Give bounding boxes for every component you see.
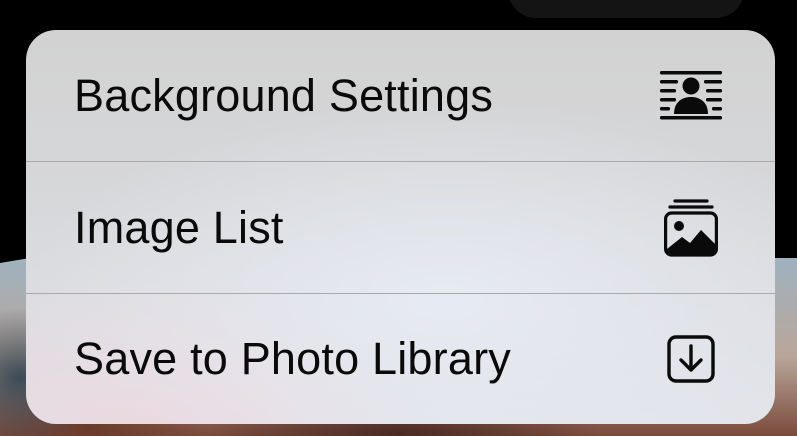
menu-item-label: Image List (74, 201, 284, 253)
menu-item-label: Save to Photo Library (74, 333, 511, 384)
menu-item-image-list[interactable]: Image List (26, 162, 775, 293)
screen: Background Settings Image List Save to P… (0, 0, 797, 436)
context-menu: Background Settings Image List Save to P… (26, 30, 775, 424)
menu-item-background-settings[interactable]: Background Settings (26, 30, 775, 161)
toolbar-pill-fragment (508, 0, 744, 18)
menu-item-save-to-photo-library[interactable]: Save to Photo Library (26, 294, 775, 424)
menu-item-label: Background Settings (74, 69, 494, 121)
save-download-icon (659, 327, 723, 391)
background-settings-icon (659, 64, 723, 128)
image-stack-icon (659, 196, 723, 260)
